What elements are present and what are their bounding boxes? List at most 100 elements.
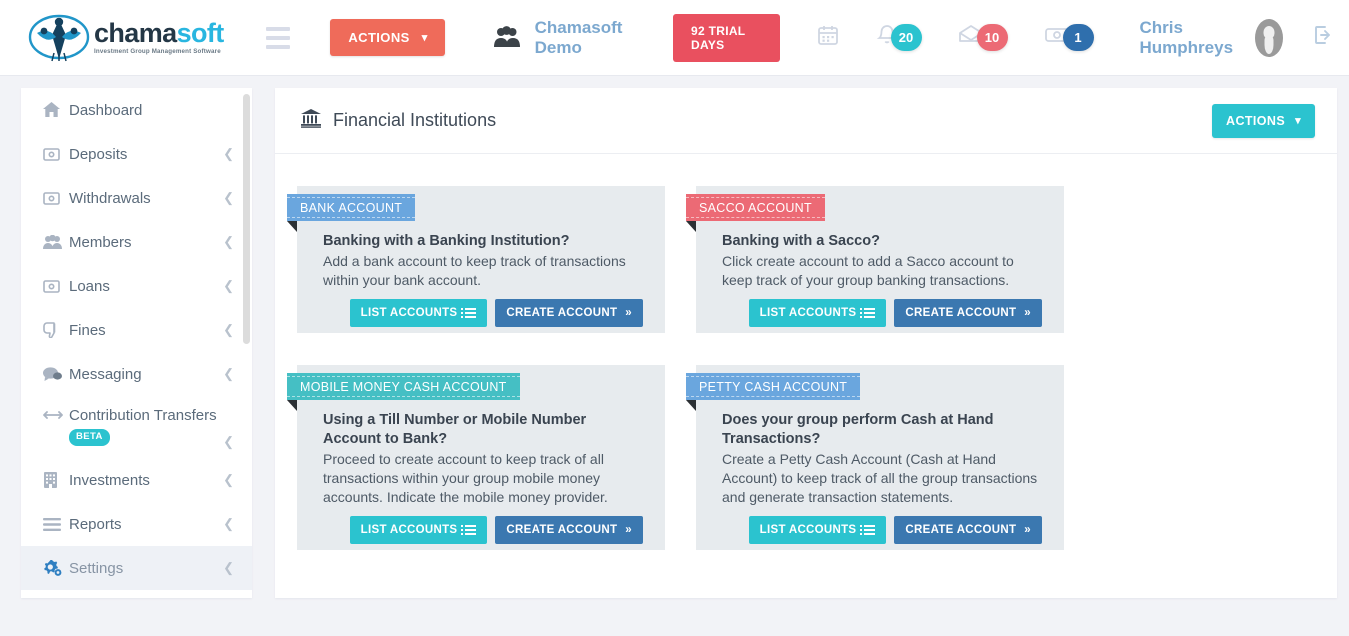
list-lines-icon: [43, 517, 69, 531]
card-buttons: LIST ACCOUNTS CREATE ACCOUNT »: [323, 516, 643, 545]
card-ribbon-label: MOBILE MONEY CASH ACCOUNT: [287, 373, 520, 400]
actions-button-topbar-label: ACTIONS: [348, 30, 410, 45]
sidebar-scrollbar[interactable]: [243, 94, 250, 344]
card-ribbon-label: PETTY CASH ACCOUNT: [686, 373, 861, 400]
create-account-button[interactable]: CREATE ACCOUNT »: [495, 516, 643, 545]
list-accounts-label: LIST ACCOUNTS: [759, 307, 857, 320]
hamburger-icon[interactable]: [265, 26, 291, 49]
trial-days-badge[interactable]: 92 TRIAL DAYS: [673, 13, 780, 62]
card-bank-account: BANK ACCOUNT Banking with a Banking Inst…: [287, 186, 665, 333]
card-question: Does your group perform Cash at Hand Tra…: [722, 412, 994, 448]
sidebar-item-label: Reports: [69, 515, 122, 533]
group-people-icon: [493, 25, 521, 50]
card-description: Proceed to create account to keep track …: [323, 451, 608, 506]
chevron-left-icon: ❮: [223, 190, 234, 205]
sidebar-item-withdrawals[interactable]: Withdrawals ❮: [21, 176, 252, 220]
card-buttons: LIST ACCOUNTS CREATE ACCOUNT »: [323, 299, 643, 328]
sidebar-item-label: Members: [69, 233, 132, 251]
chevron-left-icon: ❮: [223, 472, 234, 487]
chevron-down-icon: ▾: [1295, 115, 1301, 127]
double-chevron-right-icon: »: [1024, 524, 1031, 537]
sidebar-item-fines[interactable]: Fines ❮: [21, 308, 252, 352]
card-question: Using a Till Number or Mobile Number Acc…: [323, 412, 587, 448]
group-name-label: Chamasoft Demo: [534, 17, 623, 57]
chevron-left-icon: ❮: [223, 560, 234, 575]
payments-count-badge: 1: [1062, 24, 1094, 51]
account-cards-grid: BANK ACCOUNT Banking with a Banking Inst…: [275, 154, 1337, 550]
logo-word-chama: chama: [94, 17, 177, 48]
home-icon: [43, 102, 69, 118]
sidebar-item-label: Withdrawals: [69, 189, 151, 207]
financial-institutions-panel: Financial Institutions ACTIONS ▾ BANK AC…: [275, 88, 1337, 598]
sidebar-item-label: Settings: [69, 559, 124, 577]
payments-button[interactable]: 1: [1044, 24, 1094, 51]
list-icon: [860, 308, 876, 319]
account-cards-row-2: MOBILE MONEY CASH ACCOUNT Using a Till N…: [287, 333, 1315, 550]
double-chevron-right-icon: »: [1024, 307, 1031, 320]
sidebar-item-loans[interactable]: Loans ❮: [21, 264, 252, 308]
avatar[interactable]: [1255, 18, 1284, 57]
money-icon: [43, 147, 69, 161]
card-mobile-money-cash-account: MOBILE MONEY CASH ACCOUNT Using a Till N…: [287, 365, 665, 550]
actions-button-panel-label: ACTIONS: [1226, 113, 1286, 128]
sidebar-item-investments[interactable]: Investments ❮: [21, 458, 252, 502]
list-accounts-button[interactable]: LIST ACCOUNTS: [748, 516, 887, 545]
brand-logo[interactable]: chamasoft Investment Group Management So…: [28, 13, 224, 63]
card-ribbon-label: BANK ACCOUNT: [287, 194, 416, 221]
chevron-left-icon: ❮: [223, 146, 234, 161]
double-chevron-right-icon: »: [625, 524, 632, 537]
logo-word-soft: soft: [176, 17, 225, 48]
current-group[interactable]: Chamasoft Demo: [493, 18, 633, 58]
money-icon: [43, 191, 69, 205]
actions-button-panel[interactable]: ACTIONS ▾: [1212, 103, 1315, 138]
logo-tagline: Investment Group Management Software: [94, 47, 221, 55]
calendar-button[interactable]: [816, 23, 840, 52]
list-accounts-label: LIST ACCOUNTS: [759, 524, 857, 537]
sidebar-item-deposits[interactable]: Deposits ❮: [21, 132, 252, 176]
sidebar-item-dashboard[interactable]: Dashboard: [21, 88, 252, 132]
ribbon-fold-icon: [686, 400, 696, 411]
chevron-left-icon: ❮: [223, 434, 234, 449]
chevron-left-icon: ❮: [223, 278, 234, 293]
sidebar-item-reports[interactable]: Reports ❮: [21, 502, 252, 546]
calendar-icon: [816, 23, 840, 52]
card-description: Click create account to add a Sacco acco…: [722, 253, 1014, 289]
list-icon: [461, 525, 477, 536]
create-account-label: CREATE ACCOUNT: [905, 307, 1017, 320]
topbar-icon-group: 20 10 1 Chris Humphreys: [780, 18, 1349, 58]
create-account-label: CREATE ACCOUNT: [905, 524, 1017, 537]
sidebar-item-contribution-transfers[interactable]: Contribution Transfers BETA ❮: [21, 396, 252, 458]
sidebar-item-label: Dashboard: [69, 101, 143, 119]
chevron-down-icon: ▾: [421, 32, 428, 44]
sidebar-item-label: Loans: [69, 277, 110, 295]
create-account-button[interactable]: CREATE ACCOUNT »: [894, 299, 1042, 328]
user-name-label[interactable]: Chris Humphreys: [1140, 18, 1244, 58]
thumbs-down-icon: [43, 322, 69, 338]
messages-button[interactable]: 10: [958, 23, 1008, 52]
chamasoft-logo-icon: [28, 13, 90, 63]
card-description: Create a Petty Cash Account (Cash at Han…: [722, 451, 1038, 506]
create-account-button[interactable]: CREATE ACCOUNT »: [894, 516, 1042, 545]
list-accounts-button[interactable]: LIST ACCOUNTS: [748, 299, 887, 328]
sidebar-item-label: Messaging: [69, 365, 142, 383]
card-buttons: LIST ACCOUNTS CREATE ACCOUNT »: [722, 516, 1042, 545]
card-sacco-account: SACCO ACCOUNT Banking with a Sacco? Clic…: [686, 186, 1064, 333]
sidebar-item-messaging[interactable]: Messaging ❮: [21, 352, 252, 396]
logout-icon[interactable]: [1311, 23, 1335, 52]
ribbon-fold-icon: [686, 221, 696, 232]
chat-bubbles-icon: [43, 366, 69, 382]
notifications-button[interactable]: 20: [876, 23, 922, 52]
card-ribbon-label: SACCO ACCOUNT: [686, 194, 825, 221]
beta-badge: BETA: [69, 429, 110, 447]
create-account-button[interactable]: CREATE ACCOUNT »: [495, 299, 643, 328]
sidebar-item-settings[interactable]: Settings ❮: [21, 546, 252, 590]
page-title: Financial Institutions: [301, 108, 496, 133]
list-accounts-button[interactable]: LIST ACCOUNTS: [349, 516, 488, 545]
card-question: Banking with a Banking Institution?: [323, 233, 570, 249]
list-accounts-button[interactable]: LIST ACCOUNTS: [349, 299, 488, 328]
building-icon: [43, 472, 69, 488]
sidebar-item-members[interactable]: Members ❮: [21, 220, 252, 264]
create-account-label: CREATE ACCOUNT: [506, 307, 618, 320]
card-petty-cash-account: PETTY CASH ACCOUNT Does your group perfo…: [686, 365, 1064, 550]
actions-button-topbar[interactable]: ACTIONS ▾: [330, 19, 445, 56]
